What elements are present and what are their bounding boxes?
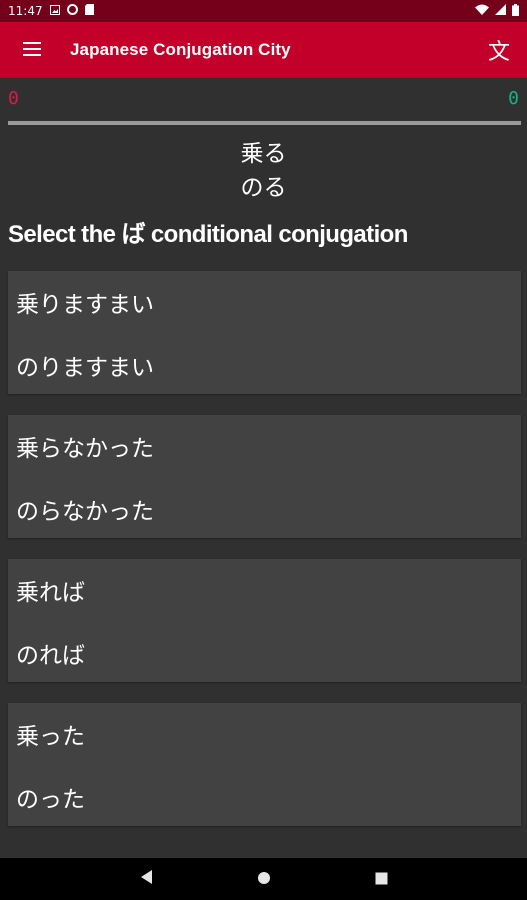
answer-option-1[interactable]: 乗りますまい のりますまい xyxy=(8,271,521,394)
option-kanji: 乗りますまい xyxy=(16,292,154,318)
progress-bar xyxy=(8,121,521,125)
dictionary-icon: 文 xyxy=(487,40,510,65)
recents-icon xyxy=(375,870,388,889)
wifi-icon xyxy=(475,4,489,18)
progress-fill xyxy=(8,121,521,125)
option-kanji: 乗れば xyxy=(16,580,85,606)
menu-icon xyxy=(23,41,41,60)
option-kanji: 乗らなかった xyxy=(16,436,154,462)
gallery-icon xyxy=(49,4,60,18)
dictionary-button[interactable]: 文 xyxy=(471,22,527,78)
right-score: 0 xyxy=(508,88,519,109)
question-prompt: Select the ば conditional conjugation xyxy=(8,221,408,248)
data-saver-icon xyxy=(66,4,78,18)
option-kana: のれば xyxy=(16,643,85,669)
menu-button[interactable] xyxy=(0,22,64,78)
option-kana: のらなかった xyxy=(16,499,154,525)
status-bar: 11:47 xyxy=(0,0,527,22)
option-kanji: 乗った xyxy=(16,724,85,750)
option-kana: のった xyxy=(16,787,85,813)
recents-button[interactable] xyxy=(367,864,397,894)
status-time: 11:47 xyxy=(8,4,43,18)
sd-card-icon xyxy=(84,4,94,18)
battery-icon xyxy=(512,3,519,19)
signal-icon xyxy=(495,4,506,18)
wrong-score: 0 xyxy=(8,88,19,109)
answer-option-3[interactable]: 乗れば のれば xyxy=(8,559,521,682)
home-icon xyxy=(257,870,271,889)
system-nav-bar xyxy=(0,858,527,900)
word-kanji: 乗る xyxy=(240,141,287,167)
app-title: Japanese Conjugation City xyxy=(70,40,291,59)
back-icon xyxy=(139,869,153,889)
option-kana: のりますまい xyxy=(16,355,154,381)
home-button[interactable] xyxy=(249,864,279,894)
answer-option-2[interactable]: 乗らなかった のらなかった xyxy=(8,415,521,538)
score-bar: 0 0 xyxy=(0,88,527,114)
app-bar: Japanese Conjugation City 文 xyxy=(0,22,527,78)
answer-option-4[interactable]: 乗った のった xyxy=(8,703,521,826)
back-button[interactable] xyxy=(131,864,161,894)
word-kana: のる xyxy=(240,175,287,201)
